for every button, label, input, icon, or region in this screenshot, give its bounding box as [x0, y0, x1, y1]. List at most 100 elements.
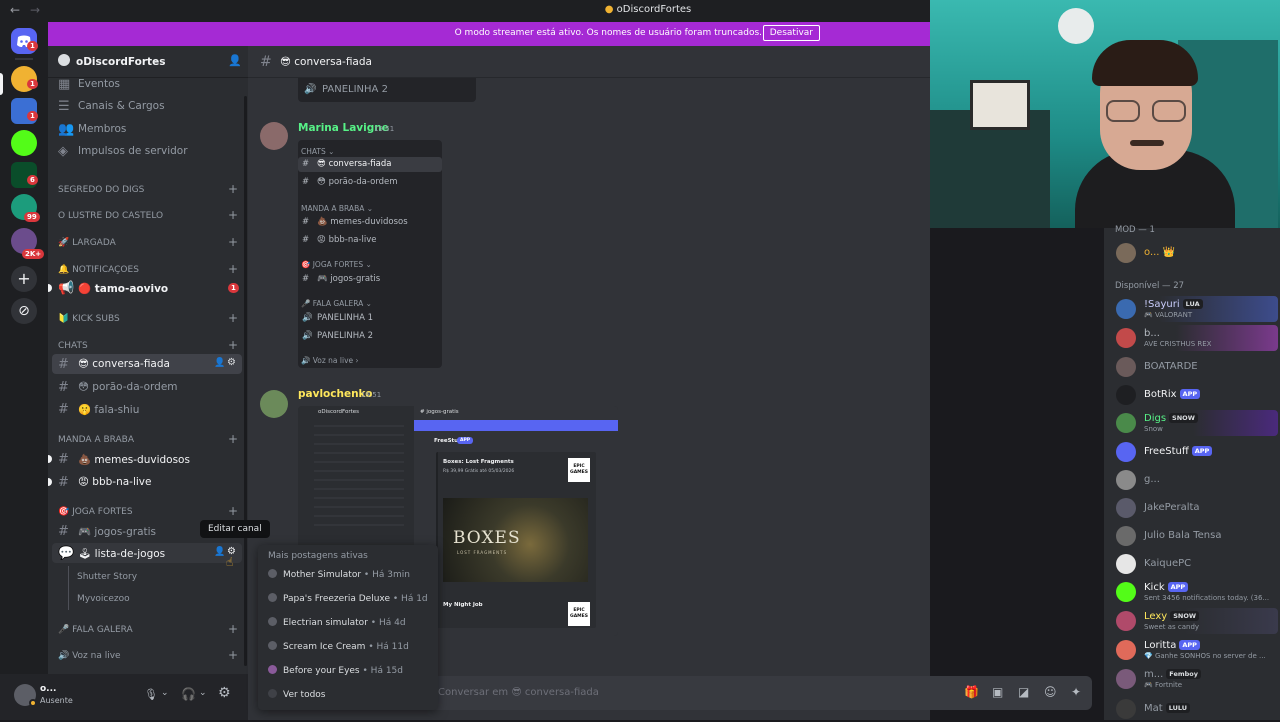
add-channel-icon[interactable]: + — [228, 262, 238, 276]
member-item[interactable]: Mat LULU — [1108, 696, 1278, 722]
boost-icon: ◈ — [58, 144, 68, 159]
channel-fala-shiu[interactable]: # 🤫 fala-shiu — [52, 399, 242, 419]
member-item[interactable]: Lexy SNOW Sweet as candy — [1108, 608, 1278, 634]
member-item[interactable]: b... AVE CRISTHUS REX — [1108, 325, 1278, 351]
category-manda-a-braba[interactable]: MANDA A BRABA — [58, 435, 134, 445]
channel-memes-duvidosos[interactable]: # 💩 memes-duvidosos — [52, 449, 242, 469]
add-server-icon[interactable]: + — [11, 266, 37, 292]
forum-post[interactable]: Shutter Story — [77, 572, 137, 582]
invite-icon[interactable]: 👤 — [214, 547, 225, 557]
post-avatar-icon — [268, 641, 277, 650]
add-channel-icon[interactable]: + — [228, 182, 238, 196]
invite-icon[interactable]: 👤 — [214, 358, 225, 368]
webcam-overlay — [930, 0, 1280, 228]
member-item[interactable]: FreeStuff APP — [1108, 439, 1278, 465]
channel-porao-da-ordem[interactable]: # 😳 porão-da-ordem — [52, 377, 242, 397]
member-item[interactable]: m... Femboy 🎮 Fortnite — [1108, 666, 1278, 692]
add-channel-icon[interactable]: + — [228, 622, 238, 636]
channel-lista-de-jogos[interactable]: 💬 🕹 lista-de-jogos 👤 ⚙ — [52, 543, 242, 563]
edit-channel-tooltip: Editar canal — [200, 520, 270, 538]
add-channel-icon[interactable]: + — [228, 235, 238, 249]
gift-icon[interactable]: 🎁 — [964, 685, 979, 699]
active-post-item[interactable]: Electrian simulator • Há 4d — [268, 617, 406, 628]
apps-icon[interactable]: ✦ — [1071, 685, 1081, 699]
forum-post[interactable]: Myvoicezoo — [77, 594, 130, 604]
post-avatar-icon — [268, 665, 277, 674]
member-item[interactable]: !Sayuri LUA 🎮 VALORANT — [1108, 296, 1278, 322]
active-post-item[interactable]: Mother Simulator • Há 3min — [268, 569, 410, 580]
category-voz-na-live[interactable]: 🔊 Voz na live — [58, 651, 121, 661]
add-channel-icon[interactable]: + — [228, 311, 238, 325]
active-post-item[interactable]: Papa's Freezeria Deluxe • Há 1d — [268, 593, 428, 604]
category-fala-galera[interactable]: 🎤 FALA GALERA — [58, 625, 133, 635]
member-item[interactable]: g... — [1108, 467, 1278, 493]
category-kick-subs[interactable]: 🔰 KICK SUBS — [58, 314, 120, 324]
menu-boosts[interactable]: ◈ Impulsos de servidor — [52, 141, 242, 161]
category-notificacoes[interactable]: 🔔 NOTIFICAÇOES — [58, 265, 139, 275]
mention-badge: 1 — [27, 79, 38, 89]
menu-members[interactable]: 👥 Membros — [52, 119, 242, 139]
post-avatar-icon — [268, 569, 277, 578]
gif-icon[interactable]: ▣ — [992, 685, 1003, 699]
discover-icon[interactable]: ⊘ — [11, 298, 37, 324]
category-segredo[interactable]: SEGREDO DO DIGS — [58, 185, 144, 195]
cursor-hand-icon: ☝ — [226, 555, 234, 569]
view-all-link[interactable]: Ver todos — [268, 689, 326, 700]
gear-icon[interactable]: ⚙ — [227, 357, 236, 368]
avatar — [1116, 554, 1136, 574]
disable-streamer-button[interactable]: Desativar — [762, 25, 820, 41]
sidebar-scrollbar[interactable] — [244, 96, 247, 666]
chevron-down-icon[interactable]: ⌄ — [199, 688, 207, 698]
member-item[interactable]: JakePeralta — [1108, 495, 1278, 521]
channel-sidebar: oDiscordFortes ⌄ 👤 ▦ Eventos ☰ Canais & Ca… — [48, 46, 248, 674]
member-item[interactable]: Kick APP Sent 3456 notifications today. (3… — [1108, 579, 1278, 605]
category-chats[interactable]: CHATS — [58, 341, 88, 351]
channel-title: 😎 conversa-fiada — [280, 56, 372, 68]
chevron-down-icon[interactable]: ⌄ — [161, 688, 169, 698]
category-joga-fortes[interactable]: 🎯 JOGA FORTES — [58, 507, 133, 517]
avatar — [1116, 526, 1136, 546]
list-icon — [268, 689, 277, 698]
avatar — [1116, 611, 1136, 631]
member-item[interactable]: BotRix APP — [1108, 382, 1278, 408]
add-channel-icon[interactable]: + — [228, 338, 238, 352]
active-post-item[interactable]: Scream Ice Cream • Há 11d — [268, 641, 409, 652]
emoji-icon[interactable]: ☺ — [1044, 685, 1057, 699]
gear-icon[interactable]: ⚙ — [218, 685, 231, 701]
avatar — [1116, 413, 1136, 433]
category-largada[interactable]: 🚀 LARGADA — [58, 238, 116, 248]
member-item[interactable]: Loritta APP 💎 Ganhe SONHOS no server de ..… — [1108, 637, 1278, 663]
sticker-icon[interactable]: ◪ — [1018, 685, 1029, 699]
member-item[interactable]: BOATARDE — [1108, 354, 1278, 380]
channel-list-embed: CHATS ⌄ # 😎 conversa-fiada # 😳 porão-da-… — [298, 140, 442, 368]
menu-channels-roles[interactable]: ☰ Canais & Cargos — [52, 96, 242, 116]
member-item[interactable]: o... 👑 — [1108, 240, 1278, 266]
channel-conversa-fiada[interactable]: # 😎 conversa-fiada 👤 ⚙ — [52, 354, 242, 374]
headphones-icon[interactable]: 🎧 — [181, 687, 196, 701]
epic-games-logo: EPIC GAMES — [568, 602, 590, 626]
post-avatar-icon — [268, 617, 277, 626]
channel-bbb-na-live[interactable]: # 😡 bbb-na-live — [52, 472, 242, 492]
hash-icon: # — [58, 452, 69, 467]
member-item[interactable]: Digs SNOW Snow — [1108, 410, 1278, 436]
avatar[interactable] — [260, 390, 288, 418]
member-item[interactable]: KaiquePC — [1108, 551, 1278, 577]
invite-icon[interactable]: 👤 — [228, 54, 242, 67]
avatar — [1116, 669, 1136, 689]
channel-tamo-aovivo[interactable]: 📢 🔴 tamo-aovivo 1 — [52, 278, 242, 298]
microphone-icon[interactable]: 🎙 — [144, 688, 158, 701]
member-item[interactable]: Julio Bala Tensa — [1108, 523, 1278, 549]
avatar[interactable] — [260, 122, 288, 150]
game-art: BOXES LOST FRAGMENTS — [443, 498, 588, 582]
add-channel-icon[interactable]: + — [228, 432, 238, 446]
hash-icon: # — [302, 235, 310, 245]
active-post-item[interactable]: Before your Eyes • Há 15d — [268, 665, 403, 676]
add-channel-icon[interactable]: + — [228, 208, 238, 222]
add-channel-icon[interactable]: + — [228, 504, 238, 518]
voice-icon: 🔊 — [304, 84, 317, 95]
menu-events[interactable]: ▦ Eventos — [52, 74, 242, 94]
server-icon-kick[interactable] — [11, 130, 37, 156]
category-lustre[interactable]: O LUSTRE DO CASTELO — [58, 211, 163, 221]
announcement-icon: 📢 — [58, 281, 75, 296]
add-channel-icon[interactable]: + — [228, 648, 238, 662]
